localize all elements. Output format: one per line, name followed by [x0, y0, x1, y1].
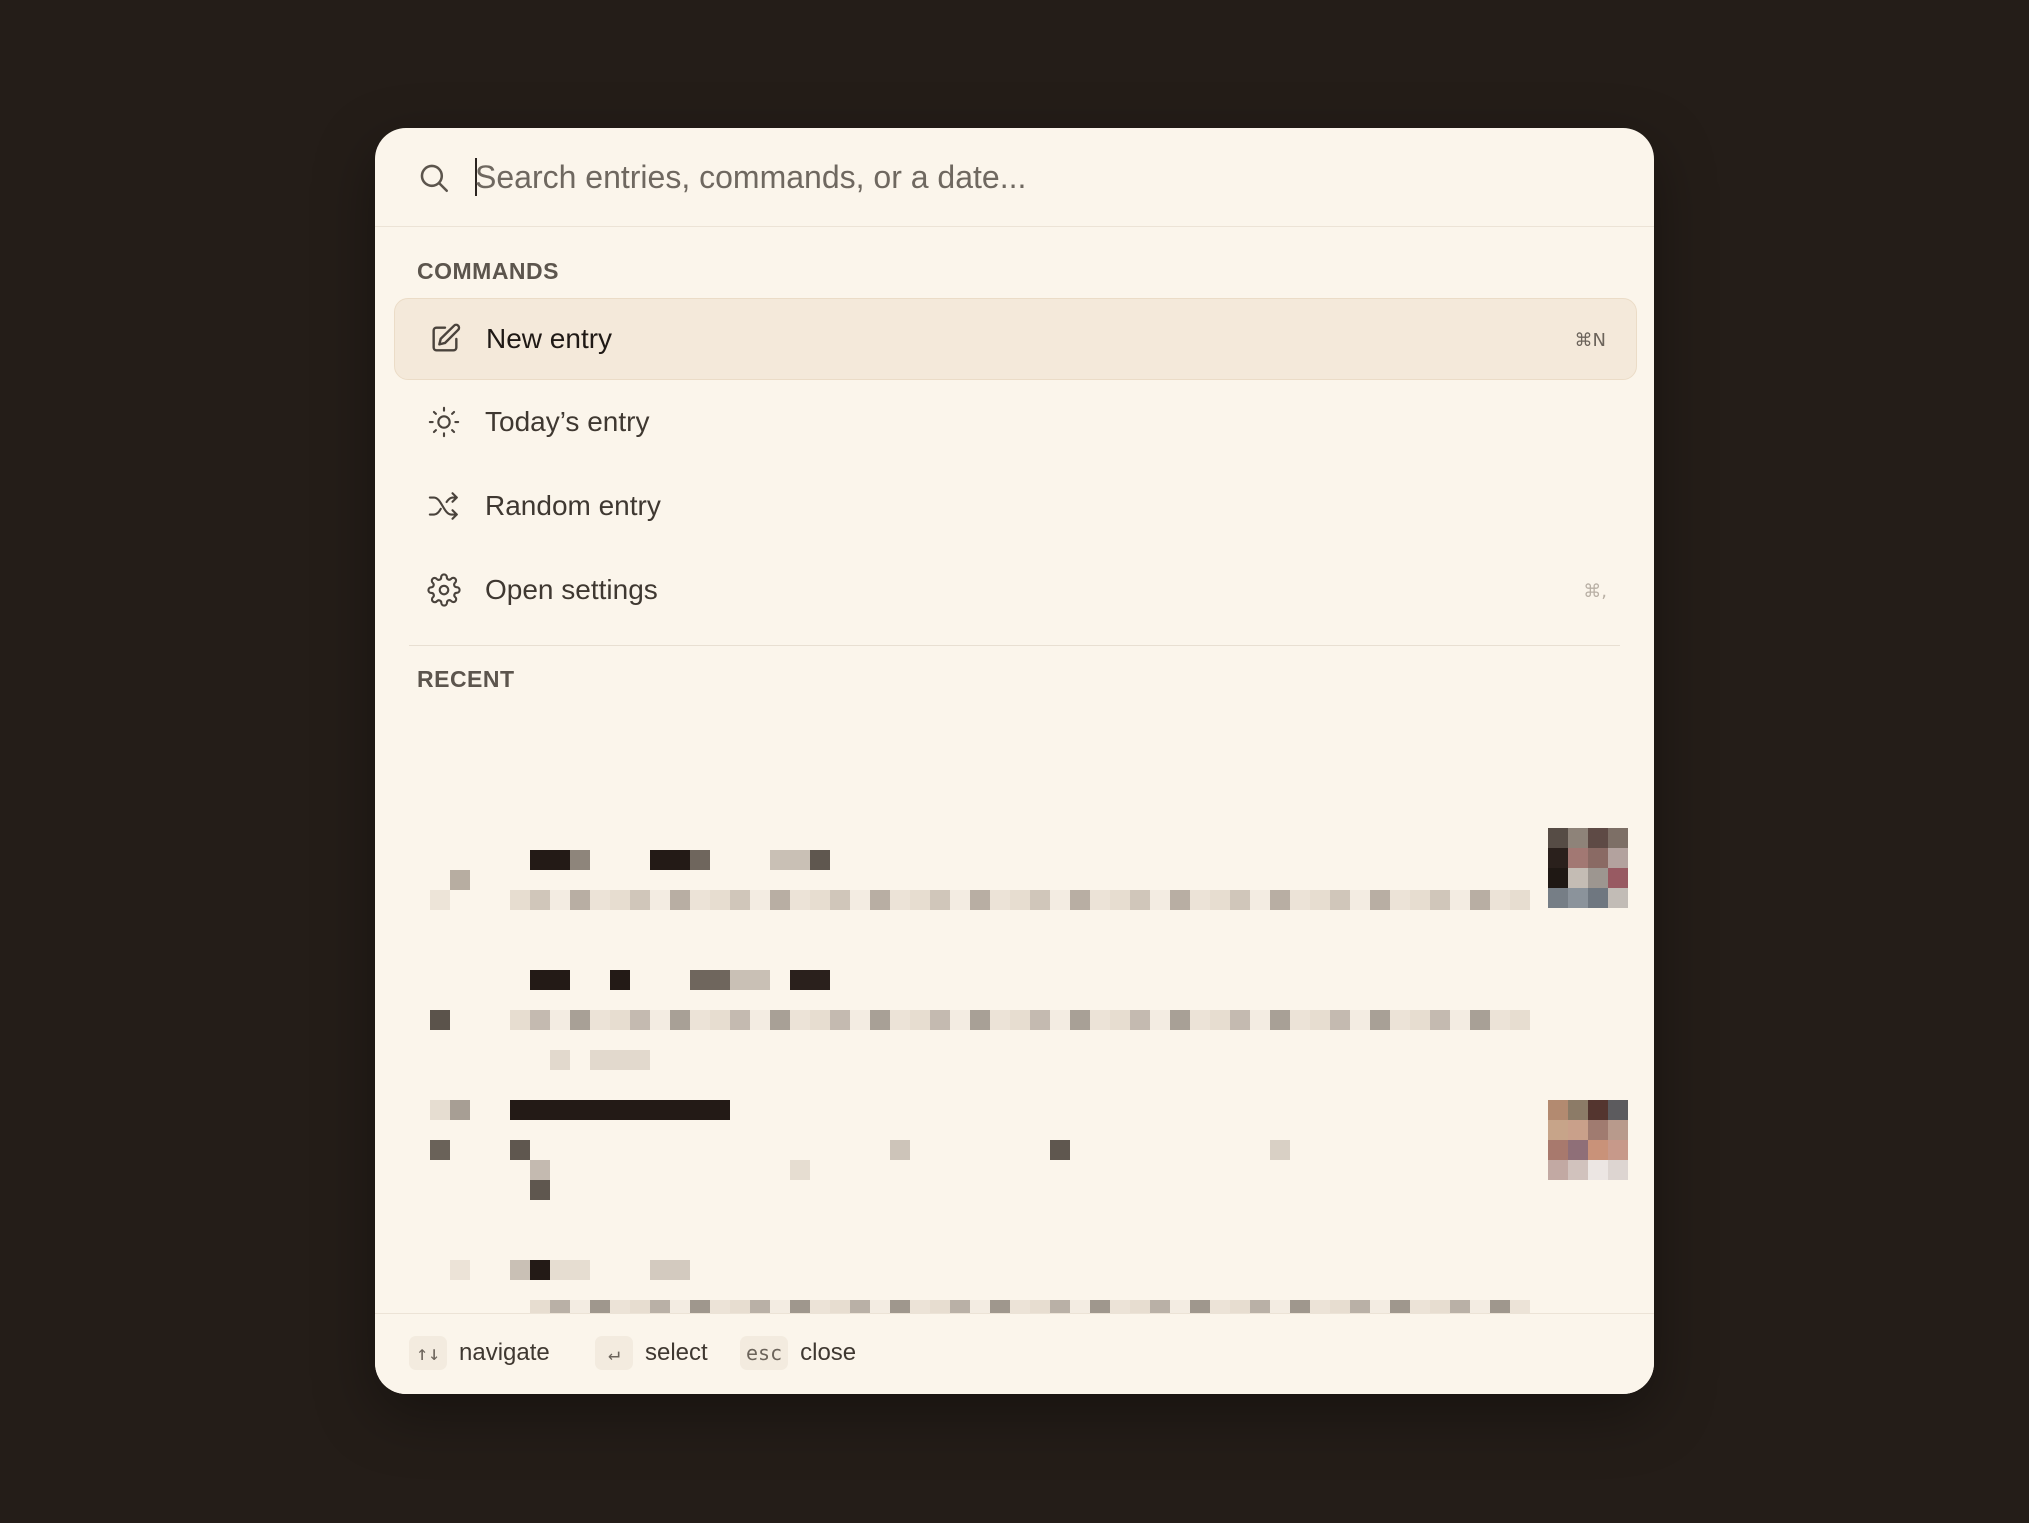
hint-close: esc close — [740, 1334, 856, 1372]
command-new-entry[interactable]: New entry ⌘N — [394, 298, 1637, 380]
recent-entry[interactable] — [375, 1100, 1654, 1220]
arrow-keys-icon: ↑↓ — [409, 1336, 447, 1370]
redacted-title — [510, 1100, 730, 1120]
redacted-title — [530, 970, 570, 990]
command-label: Open settings — [485, 574, 658, 605]
recent-entry[interactable] — [375, 828, 1654, 960]
hint-label: select — [645, 1339, 708, 1366]
hint-label: navigate — [459, 1339, 550, 1366]
command-open-settings[interactable]: Open settings ⌘, — [394, 550, 1637, 632]
section-divider — [409, 645, 1620, 646]
redacted-preview — [510, 890, 1530, 910]
search-icon — [420, 164, 449, 193]
command-label: Today’s entry — [485, 406, 650, 437]
hint-label: close — [800, 1339, 857, 1366]
search-bar — [375, 128, 1654, 227]
redacted-title — [510, 1260, 530, 1280]
enter-key-icon: ↵ — [595, 1336, 633, 1370]
gear-icon — [427, 573, 461, 607]
recent-list — [375, 828, 1654, 1394]
hint-navigate: ↑↓ navigate — [409, 1334, 550, 1372]
sun-icon — [428, 406, 460, 438]
command-label: New entry — [486, 323, 613, 354]
esc-key-icon: esc — [740, 1336, 789, 1370]
recent-section-label: RECENT — [417, 666, 515, 692]
redacted-title — [530, 850, 570, 870]
redacted-preview — [510, 1010, 1530, 1030]
entry-thumbnail — [1548, 1100, 1628, 1180]
shortcut-hint: ⌘N — [1574, 330, 1606, 351]
command-random-entry[interactable]: Random entry — [394, 466, 1637, 548]
command-palette: COMMANDS New entry ⌘N Today’s entry Rand… — [375, 128, 1654, 1394]
keyboard-hints-footer: ↑↓ navigate ↵ select esc close — [375, 1313, 1654, 1394]
hint-select: ↵ select — [595, 1334, 708, 1372]
shuffle-icon — [428, 492, 458, 520]
commands-section-label: COMMANDS — [417, 258, 559, 284]
entry-thumbnail — [1548, 828, 1628, 908]
command-label: Random entry — [485, 490, 661, 521]
pencil-square-icon — [432, 323, 461, 352]
command-todays-entry[interactable]: Today’s entry — [394, 382, 1637, 464]
recent-entry[interactable] — [375, 960, 1654, 1080]
search-input[interactable] — [475, 150, 1575, 204]
shortcut-hint: ⌘, — [1583, 581, 1607, 602]
